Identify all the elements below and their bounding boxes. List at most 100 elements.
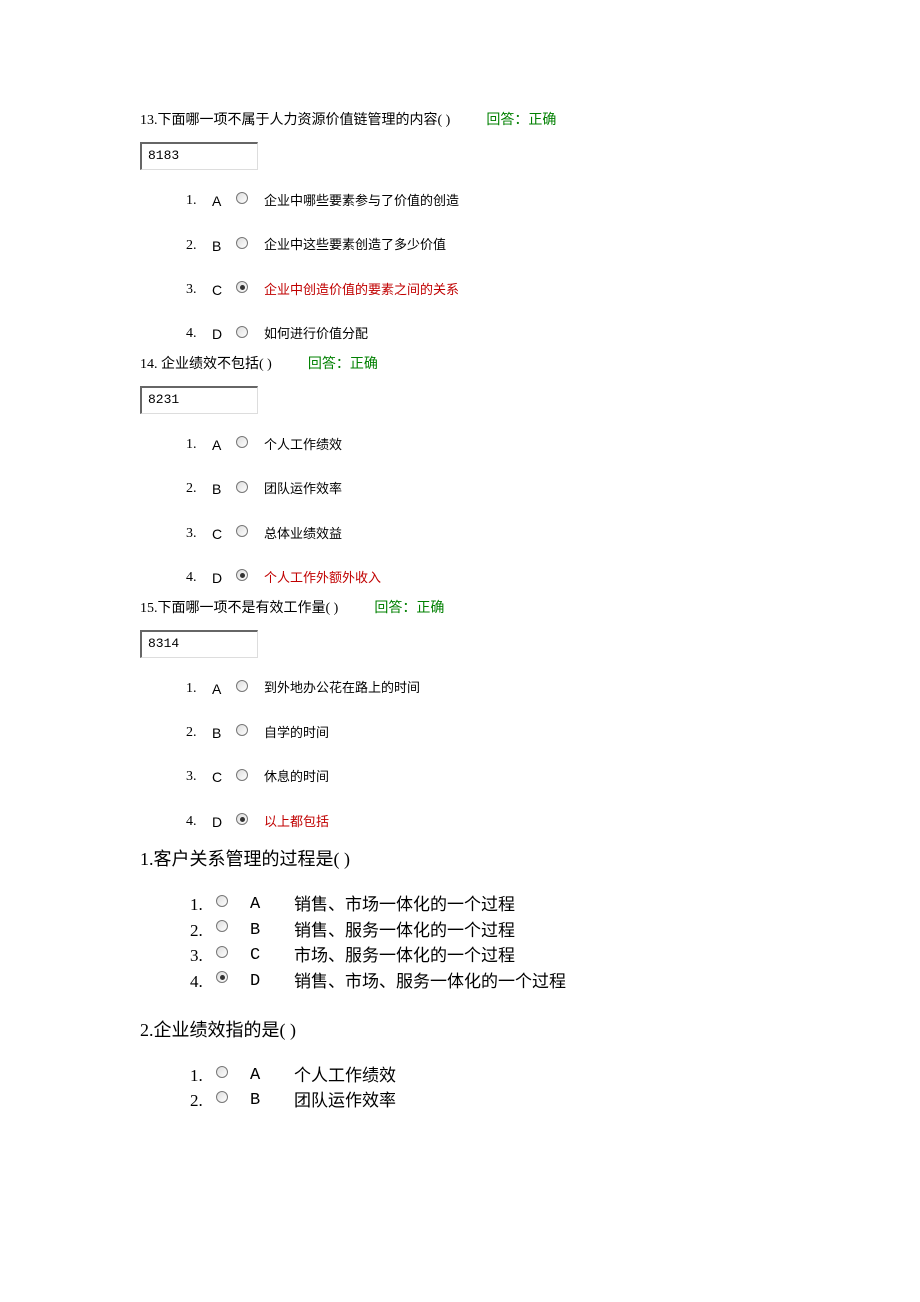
option-item: 3.C市场、服务一体化的一个过程	[190, 943, 790, 969]
option-number: 2.	[190, 918, 216, 944]
radio-button[interactable]	[216, 971, 228, 983]
radio-wrap	[236, 436, 264, 448]
question-id-input[interactable]: 8231	[140, 386, 258, 414]
radio-button[interactable]	[216, 946, 228, 958]
question-text: 企业绩效指的是( )	[154, 1020, 297, 1040]
option-letter: B	[212, 722, 236, 744]
radio-wrap	[236, 813, 264, 825]
option-letter: D	[212, 567, 236, 589]
option-number: 3.	[186, 279, 212, 301]
radio-button[interactable]	[236, 281, 248, 293]
radio-button[interactable]	[236, 813, 248, 825]
radio-wrap	[216, 920, 250, 932]
radio-button[interactable]	[236, 724, 248, 736]
option-text: 销售、市场、服务一体化的一个过程	[294, 969, 566, 995]
radio-wrap	[236, 724, 264, 736]
radio-button[interactable]	[236, 525, 248, 537]
option-item: 3.C总体业绩效益	[186, 523, 790, 545]
option-number: 4.	[186, 567, 212, 589]
radio-wrap	[236, 237, 264, 249]
radio-button[interactable]	[236, 769, 248, 781]
option-number: 1.	[186, 434, 212, 456]
radio-button[interactable]	[236, 436, 248, 448]
radio-button[interactable]	[216, 1066, 228, 1078]
radio-button[interactable]	[236, 569, 248, 581]
option-letter: A	[212, 678, 236, 700]
radio-button[interactable]	[216, 920, 228, 932]
question-block: 14. 企业绩效不包括( )回答：正确82311.A个人工作绩效2.B团队运作效…	[140, 354, 790, 590]
options-list: 1.A个人工作绩效2.B团队运作效率3.C总体业绩效益4.D个人工作外额外收入	[140, 434, 790, 590]
question-number: 15.	[140, 601, 158, 616]
answer-status: 回答：正确	[374, 601, 444, 616]
question-header: 15.下面哪一项不是有效工作量( )回答：正确	[140, 598, 790, 620]
option-number: 3.	[186, 523, 212, 545]
options-list: 1.A企业中哪些要素参与了价值的创造2.B企业中这些要素创造了多少价值3.C企业…	[140, 190, 790, 346]
question-id-input[interactable]: 8314	[140, 630, 258, 658]
options-list: 1.A 到外地办公花在路上的时间 2.B自学的时间 3.C休息的时间 4.D 以上都包括	[140, 678, 790, 834]
option-text: 销售、市场一体化的一个过程	[294, 892, 515, 918]
option-text: 市场、服务一体化的一个过程	[294, 943, 515, 969]
option-letter: C	[250, 943, 294, 969]
option-item: 4.D个人工作外额外收入	[186, 567, 790, 589]
question-number: 14.	[140, 357, 158, 372]
option-number: 1.	[186, 678, 212, 700]
option-text: 销售、服务一体化的一个过程	[294, 918, 515, 944]
option-number: 1.	[190, 1063, 216, 1089]
option-letter: D	[250, 969, 294, 995]
radio-wrap	[216, 895, 250, 907]
option-number: 2.	[186, 235, 212, 257]
question-id-input[interactable]: 8183	[140, 142, 258, 170]
radio-wrap	[236, 680, 264, 692]
question-text: 客户关系管理的过程是( )	[154, 849, 351, 869]
option-number: 4.	[186, 811, 212, 833]
radio-button[interactable]	[216, 895, 228, 907]
options-list: 1.A个人工作绩效2.B 团队运作效率	[140, 1063, 790, 1114]
radio-wrap	[236, 769, 264, 781]
radio-button[interactable]	[236, 237, 248, 249]
option-letter: D	[212, 811, 236, 833]
radio-wrap	[236, 525, 264, 537]
question-number: 13.	[140, 113, 158, 128]
radio-button[interactable]	[236, 192, 248, 204]
option-letter: C	[212, 279, 236, 301]
radio-button[interactable]	[236, 326, 248, 338]
radio-wrap	[216, 1066, 250, 1078]
radio-button[interactable]	[216, 1091, 228, 1103]
answer-status: 回答：正确	[308, 357, 378, 372]
option-text: 以上都包括	[264, 812, 329, 833]
answer-status: 回答：正确	[486, 113, 556, 128]
option-letter: A	[212, 434, 236, 456]
radio-wrap	[216, 1091, 250, 1103]
option-text: 个人工作绩效	[294, 1063, 396, 1089]
question-header: 14. 企业绩效不包括( ) 回答：正确	[140, 354, 790, 376]
question-block: 13.下面哪一项不属于人力资源价值链管理的内容( )回答：正确81831.A企业…	[140, 110, 790, 346]
option-text: 企业中哪些要素参与了价值的创造	[264, 191, 459, 212]
option-letter: C	[212, 523, 236, 545]
option-number: 4.	[190, 969, 216, 995]
option-text: 到外地办公花在路上的时间	[264, 678, 420, 699]
option-text: 如何进行价值分配	[264, 324, 368, 345]
option-item: 4.D 以上都包括	[186, 811, 790, 833]
question-number: 1.	[140, 849, 154, 869]
option-number: 1.	[190, 892, 216, 918]
option-item: 2.B企业中这些要素创造了多少价值	[186, 235, 790, 257]
option-item: 1.A企业中哪些要素参与了价值的创造	[186, 190, 790, 212]
radio-wrap	[236, 326, 264, 338]
question-header: 2.企业绩效指的是( )	[140, 1016, 790, 1045]
radio-wrap	[236, 569, 264, 581]
question-block: 15.下面哪一项不是有效工作量( )回答：正确 8314 1.A 到外地办公花在路上的…	[140, 598, 790, 834]
radio-button[interactable]	[236, 680, 248, 692]
option-number: 2.	[190, 1088, 216, 1114]
question-block-large: 2.企业绩效指的是( )1.A个人工作绩效2.B 团队运作效率	[140, 1016, 790, 1114]
question-text: 企业绩效不包括( )	[158, 357, 272, 372]
option-item: 2.B自学的时间	[186, 722, 790, 744]
option-item: 1.A个人工作绩效	[190, 1063, 790, 1089]
question-number: 2.	[140, 1020, 154, 1040]
option-text: 团队运作效率	[294, 1088, 396, 1114]
option-item: 3.C休息的时间	[186, 766, 790, 788]
radio-button[interactable]	[236, 481, 248, 493]
option-item: 2.B 团队运作效率	[190, 1088, 790, 1114]
radio-wrap	[236, 481, 264, 493]
option-text: 企业中这些要素创造了多少价值	[264, 235, 446, 256]
option-letter: A	[212, 190, 236, 212]
